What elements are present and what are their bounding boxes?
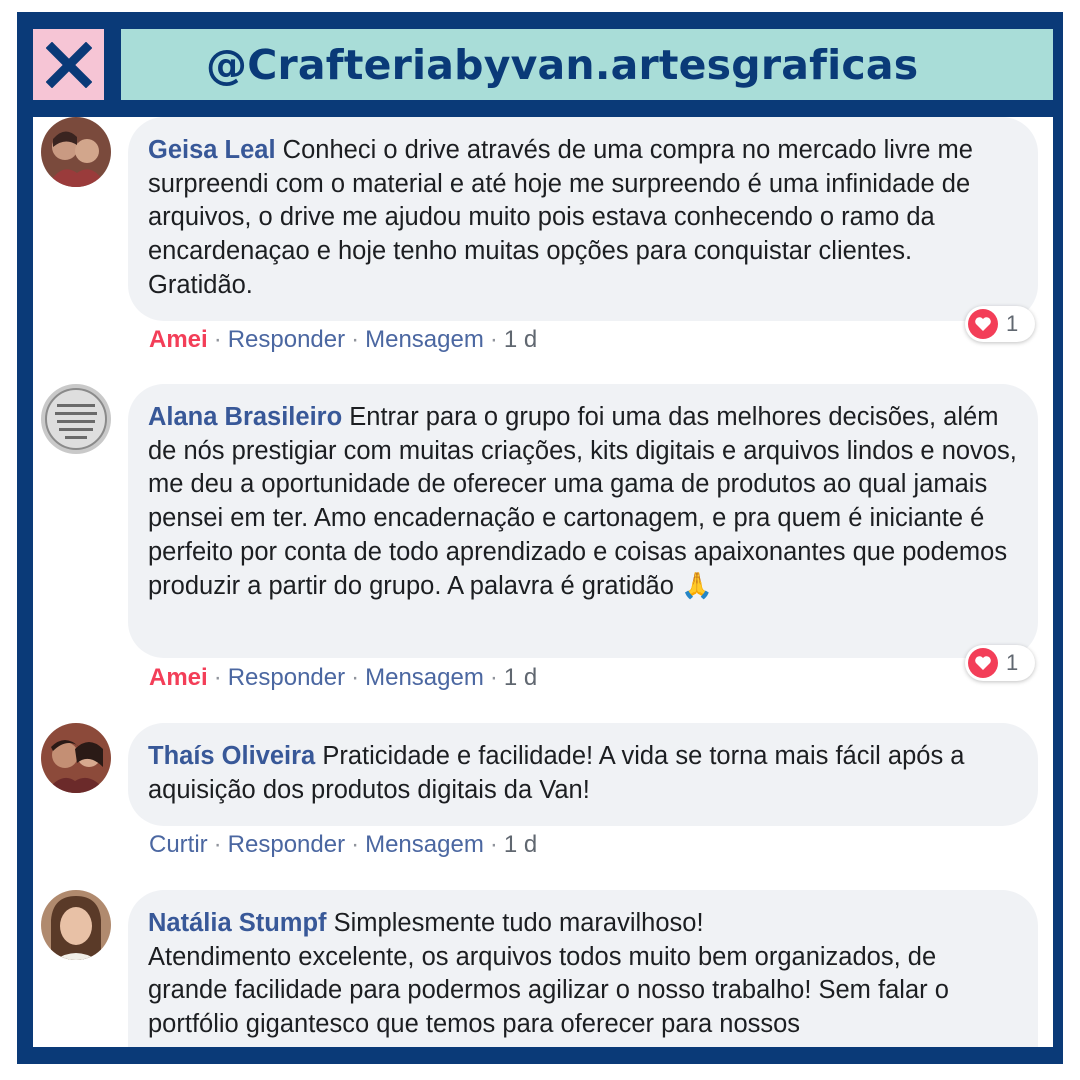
comment-actions: Amei · Responder · Mensagem · 1 d [149, 664, 538, 691]
heart-icon [968, 309, 998, 339]
commenter-name[interactable]: Natália Stumpf [148, 909, 327, 937]
avatar[interactable] [41, 117, 111, 187]
comments-panel: Geisa Leal Conheci o drive através de um… [33, 117, 1053, 1047]
commenter-name[interactable]: Alana Brasileiro [148, 403, 342, 431]
reaction-badge[interactable]: 1 [965, 645, 1035, 681]
timestamp[interactable]: 1 d [504, 831, 537, 858]
close-icon [45, 41, 92, 88]
comment-bubble: Alana Brasileiro Entrar para o grupo foi… [128, 384, 1038, 658]
close-button[interactable] [33, 29, 104, 100]
timestamp[interactable]: 1 d [504, 664, 537, 691]
comment-actions: Curtir · Responder · Mensagem · 1 d [149, 831, 538, 858]
heart-icon [968, 648, 998, 678]
message-button[interactable]: Mensagem [365, 664, 484, 691]
avatar[interactable] [41, 384, 111, 454]
comment-bubble: Geisa Leal Conheci o drive através de um… [128, 117, 1038, 321]
reaction-count: 1 [1006, 650, 1019, 675]
avatar[interactable] [41, 723, 111, 793]
comment-bubble: Thaís Oliveira Praticidade e facilidade!… [128, 723, 1038, 826]
reaction-badge[interactable]: 1 [965, 306, 1035, 342]
commenter-name[interactable]: Thaís Oliveira [148, 742, 315, 770]
comment-bubble: Natália Stumpf Simplesmente tudo maravil… [128, 890, 1038, 1047]
timestamp[interactable]: 1 d [504, 326, 537, 353]
commenter-name[interactable]: Geisa Leal [148, 136, 276, 164]
message-button[interactable]: Mensagem [365, 831, 484, 858]
page-title: @Crafteriabyvan.artesgraficas [206, 40, 919, 89]
avatar[interactable] [41, 890, 111, 960]
reaction-count: 1 [1006, 311, 1019, 336]
comment-text-continued: Atendimento excelente, os arquivos todos… [148, 942, 949, 1039]
like-button[interactable]: Curtir [149, 831, 208, 858]
love-button[interactable]: Amei [149, 664, 208, 691]
reply-button[interactable]: Responder [228, 326, 345, 353]
reply-button[interactable]: Responder [228, 664, 345, 691]
comment-actions: Amei · Responder · Mensagem · 1 d [149, 326, 538, 353]
comment-text: Simplesmente tudo maravilhoso! [333, 909, 704, 937]
title-bar: @Crafteriabyvan.artesgraficas [121, 29, 1053, 100]
message-button[interactable]: Mensagem [365, 326, 484, 353]
reply-button[interactable]: Responder [228, 831, 345, 858]
love-button[interactable]: Amei [149, 326, 208, 353]
comment-text: Entrar para o grupo foi uma das melhores… [148, 403, 1017, 600]
